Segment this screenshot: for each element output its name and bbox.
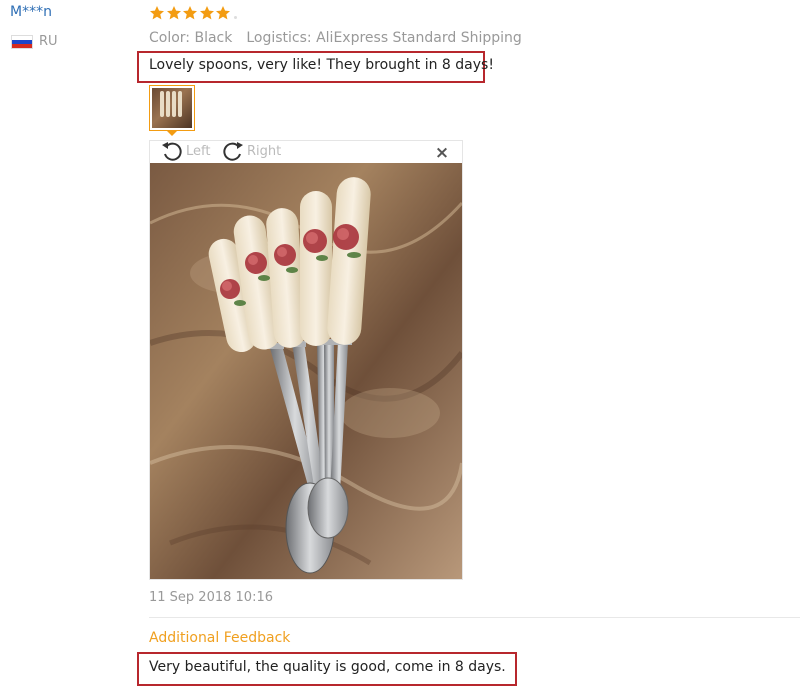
rotate-right-icon (223, 142, 243, 161)
star-rating (149, 4, 237, 22)
review-photo (150, 163, 462, 579)
star-icon (215, 5, 231, 21)
divider (149, 617, 800, 618)
reviewer-country: RU (39, 34, 58, 49)
logistics-info: Logistics: AliExpress Standard Shipping (246, 30, 522, 46)
star-icon (149, 5, 165, 21)
thumbnail-pointer (166, 130, 178, 136)
rotate-left-label: Left (186, 143, 211, 159)
star-icon (182, 5, 198, 21)
review-text: Lovely spoons, very like! They brought i… (149, 57, 494, 73)
rotate-right-label: Right (247, 143, 282, 159)
additional-feedback-text: Very beautiful, the quality is good, com… (149, 659, 506, 675)
order-info: Color: Black Logistics: AliExpress Standa… (149, 30, 536, 46)
star-icon (166, 5, 182, 21)
color-info: Color: Black (149, 30, 233, 46)
close-icon[interactable]: × (433, 144, 451, 162)
review-date: 11 Sep 2018 10:16 (149, 590, 273, 605)
review-photo-thumbnail[interactable] (149, 85, 195, 131)
reviewer-name[interactable]: M***n (10, 4, 52, 20)
rating-dot (233, 15, 237, 19)
additional-feedback-heading: Additional Feedback (149, 630, 291, 646)
rotate-left-button[interactable]: Left (160, 140, 210, 162)
rotate-left-icon (162, 142, 182, 161)
star-icon (199, 5, 215, 21)
russia-flag-icon (11, 35, 33, 49)
rotate-right-button[interactable]: Right (221, 140, 281, 162)
